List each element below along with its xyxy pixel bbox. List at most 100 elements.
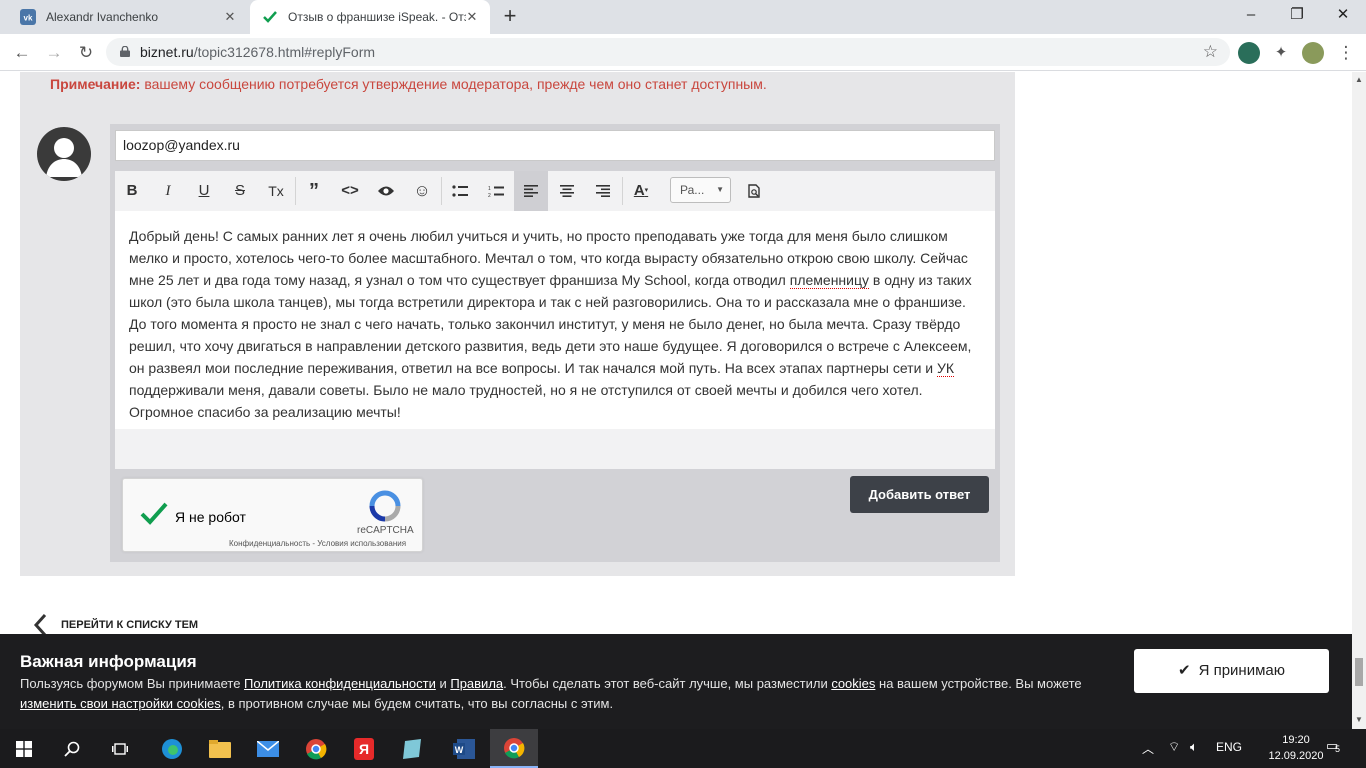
notification-center-icon[interactable]: ▭ 5 bbox=[1326, 738, 1346, 758]
rules-link[interactable]: Правила bbox=[450, 676, 503, 691]
file-explorer-icon[interactable] bbox=[196, 729, 244, 768]
tray-chevron-up-icon[interactable]: ︿ bbox=[1142, 740, 1154, 757]
scroll-up-icon[interactable]: ▲ bbox=[1355, 76, 1363, 84]
smiley-icon[interactable]: ☺ bbox=[405, 175, 439, 207]
scroll-down-icon[interactable]: ▼ bbox=[1355, 716, 1363, 724]
avatar bbox=[37, 127, 91, 181]
chevron-down-icon: ▼ bbox=[716, 185, 724, 194]
message-editor: B I U S Tx ” <> ☺ 1 2 A▾ Ра... ▼ Добрый … bbox=[115, 171, 995, 469]
minimize-button[interactable]: – bbox=[1228, 0, 1274, 32]
restore-button[interactable]: ❐ bbox=[1274, 0, 1320, 32]
clock-date: 12.09.2020 bbox=[1268, 750, 1324, 762]
accept-label: Я принимаю bbox=[1198, 662, 1285, 679]
note-text: вашему сообщению потребуется утверждение… bbox=[140, 76, 767, 92]
back-to-topics-link[interactable]: ПЕРЕЙТИ К СПИСКУ ТЕМ bbox=[33, 612, 198, 634]
chevron-left-icon bbox=[33, 613, 47, 634]
font-select[interactable]: Ра... ▼ bbox=[670, 177, 731, 203]
system-clock[interactable]: 19:20 12.09.2020 bbox=[1268, 732, 1324, 764]
tab-vk[interactable]: vk Alexandr Ivanchenko ✕ bbox=[8, 0, 248, 34]
page-scrollbar[interactable]: ▲ ▼ bbox=[1352, 72, 1366, 729]
notification-count: 5 bbox=[1335, 744, 1341, 754]
forward-arrow-icon[interactable]: → bbox=[41, 40, 67, 66]
lock-icon bbox=[120, 46, 130, 57]
cookie-text: Пользуясь форумом Вы принимаете Политика… bbox=[20, 674, 1110, 714]
back-link-label: ПЕРЕЙТИ К СПИСКУ ТЕМ bbox=[61, 619, 199, 631]
page-content: Примечание: вашему сообщению потребуется… bbox=[0, 72, 1352, 634]
search-icon[interactable] bbox=[48, 729, 96, 768]
bullet-list-icon[interactable] bbox=[443, 175, 477, 207]
edge-icon[interactable] bbox=[148, 729, 196, 768]
close-tab-icon[interactable]: ✕ bbox=[464, 9, 480, 25]
add-reply-button[interactable]: Добавить ответ bbox=[850, 476, 989, 513]
align-right-icon[interactable] bbox=[586, 175, 620, 207]
print-preview-icon[interactable] bbox=[737, 175, 771, 207]
strikethrough-button[interactable]: S bbox=[223, 175, 257, 207]
svg-text:2: 2 bbox=[488, 193, 491, 198]
reload-icon[interactable]: ↻ bbox=[73, 40, 99, 66]
italic-button[interactable]: I bbox=[151, 175, 185, 207]
browser-tab-strip: vk Alexandr Ivanchenko ✕ Отзыв о франшиз… bbox=[0, 0, 1366, 34]
privacy-policy-link[interactable]: Политика конфиденциальности bbox=[244, 676, 436, 691]
svg-text:1: 1 bbox=[488, 186, 491, 192]
recaptcha-logo-icon bbox=[369, 490, 401, 522]
clear-format-button[interactable]: Tx bbox=[259, 175, 293, 207]
task-view-icon[interactable] bbox=[96, 729, 144, 768]
cookie-text-part: , в противном случае мы будем считать, ч… bbox=[220, 696, 614, 711]
profile-avatar-icon[interactable] bbox=[1302, 42, 1324, 64]
underline-button[interactable]: U bbox=[187, 175, 221, 207]
message-textarea[interactable]: Добрый день! С самых ранних лет я очень … bbox=[129, 225, 975, 423]
tab-active[interactable]: Отзыв о франшизе iSpeak. - Отз ✕ bbox=[250, 0, 490, 34]
quote-button[interactable]: ” bbox=[297, 175, 331, 207]
close-tab-icon[interactable]: ✕ bbox=[222, 9, 238, 25]
bold-button[interactable]: B bbox=[115, 175, 149, 207]
close-window-button[interactable]: ✕ bbox=[1320, 0, 1366, 32]
mail-icon[interactable] bbox=[244, 729, 292, 768]
vpn-extension-icon[interactable] bbox=[1238, 42, 1260, 64]
checkmark-icon[interactable] bbox=[139, 498, 169, 528]
network-icon[interactable]: ⌔ bbox=[1168, 739, 1180, 755]
align-left-icon[interactable] bbox=[514, 171, 548, 211]
misspelled-word: племенницу bbox=[789, 272, 869, 289]
cookie-banner: Важная информация Пользуясь форумом Вы п… bbox=[0, 634, 1352, 729]
clock-time: 19:20 bbox=[1282, 734, 1310, 746]
message-text: поддерживали меня, давали советы. Было н… bbox=[129, 382, 923, 420]
yandex-browser-icon[interactable]: Я bbox=[340, 729, 388, 768]
chrome-active-icon[interactable] bbox=[490, 729, 538, 768]
tab-title: Отзыв о франшизе iSpeak. - Отз bbox=[288, 10, 466, 24]
notes-app-icon[interactable] bbox=[388, 729, 436, 768]
bookmark-star-icon[interactable]: ☆ bbox=[1203, 38, 1218, 66]
new-tab-button[interactable]: + bbox=[498, 5, 522, 29]
email-field[interactable]: loozop@yandex.ru bbox=[115, 130, 995, 161]
menu-dots-icon[interactable]: ⋮ bbox=[1333, 40, 1359, 66]
tab-title: Alexandr Ivanchenko bbox=[46, 10, 159, 24]
toolbar-divider bbox=[295, 177, 296, 205]
editor-footer bbox=[115, 429, 995, 469]
scrollbar-thumb[interactable] bbox=[1355, 658, 1363, 686]
recaptcha-links[interactable]: Конфиденциальность - Условия использован… bbox=[229, 539, 406, 548]
reply-panel: Примечание: вашему сообщению потребуется… bbox=[20, 72, 1015, 576]
puzzle-extensions-icon[interactable]: ✦ bbox=[1270, 42, 1292, 64]
cookie-settings-link[interactable]: изменить свои настройки cookies bbox=[20, 696, 221, 711]
code-button[interactable]: <> bbox=[333, 175, 367, 207]
editor-toolbar: B I U S Tx ” <> ☺ 1 2 A▾ Ра... ▼ bbox=[115, 171, 995, 211]
text-color-icon[interactable]: A▾ bbox=[624, 175, 658, 207]
check-icon: ✔ bbox=[1178, 662, 1191, 679]
address-bar[interactable]: biznet.ru/topic312678.html#replyForm ☆ bbox=[106, 38, 1230, 66]
input-language[interactable]: ENG bbox=[1216, 740, 1242, 754]
windows-taskbar: Я W ︿ ⌔ 🔈︎ ENG 19:20 12.09.2020 ▭ 5 bbox=[0, 729, 1366, 768]
accept-cookies-button[interactable]: ✔ Я принимаю bbox=[1134, 649, 1329, 693]
chrome-profile-icon[interactable] bbox=[292, 729, 340, 768]
svg-text:W: W bbox=[455, 745, 464, 755]
windows-start-icon[interactable] bbox=[0, 729, 48, 768]
volume-icon[interactable]: 🔈︎ bbox=[1190, 739, 1198, 755]
cookies-link[interactable]: cookies bbox=[831, 676, 875, 691]
eye-icon[interactable] bbox=[369, 175, 403, 207]
moderation-note: Примечание: вашему сообщению потребуется… bbox=[50, 76, 767, 92]
word-icon[interactable]: W bbox=[440, 729, 488, 768]
align-center-icon[interactable] bbox=[550, 175, 584, 207]
cookie-text-part: Пользуясь форумом Вы принимаете bbox=[20, 676, 245, 691]
back-arrow-icon[interactable]: ← bbox=[9, 40, 35, 66]
cookie-text-part: на вашем устройстве. Вы можете bbox=[875, 676, 1082, 691]
numbered-list-icon[interactable]: 12 bbox=[479, 175, 513, 207]
recaptcha-widget[interactable]: Я не робот reCAPTCHA Конфиденциальность … bbox=[122, 478, 423, 552]
